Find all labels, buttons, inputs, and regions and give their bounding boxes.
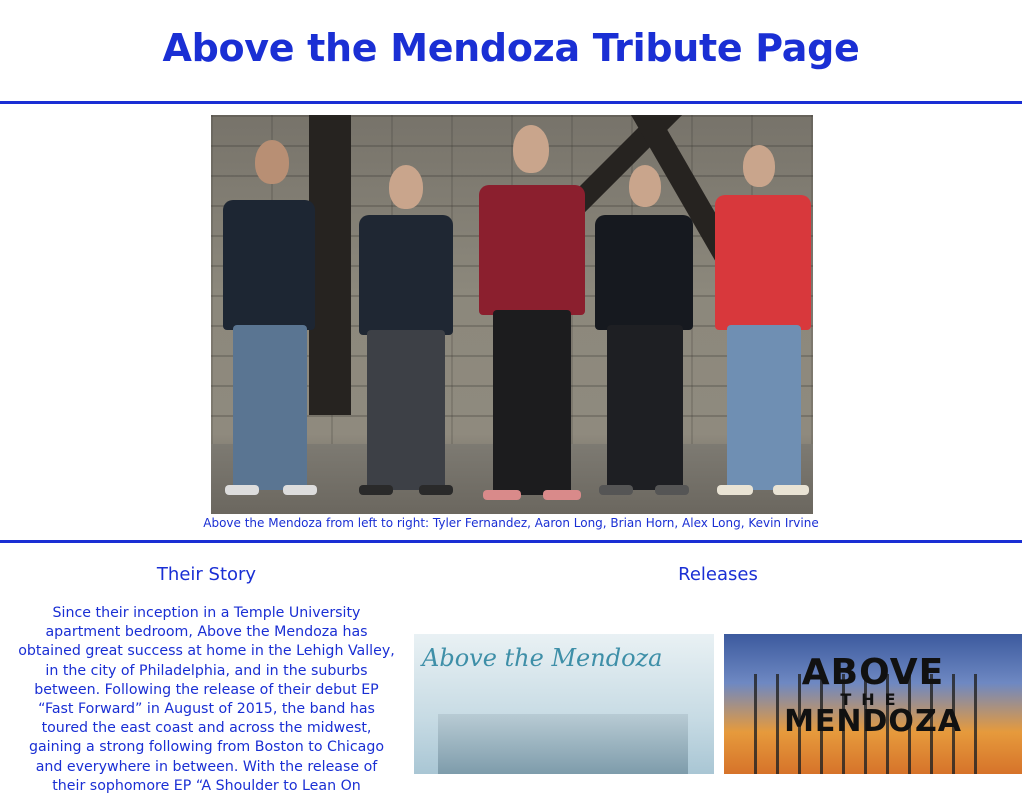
story-text: Since their inception in a Temple Univer… [18,605,395,794]
story-heading: Their Story [156,564,257,585]
releases-heading: Releases [678,564,758,585]
album-cover-title: ABOVE [801,652,945,693]
album-cover-fast-forward: Above the Mendoza [414,634,714,774]
band-photo [211,115,813,514]
page-title: Above the Mendoza Tribute Page [162,26,860,70]
band-member-figure [707,145,813,510]
band-member-figure [351,165,461,510]
header-divider [0,101,1022,104]
band-member-figure [215,140,325,510]
photo-caption: Above the Mendoza from left to right: Ty… [203,516,819,530]
band-member-figure [473,125,591,510]
band-member-figure [589,165,699,510]
album-cover-shoulder: ABOVE THE MENDOZA [724,634,1022,774]
section-divider [0,540,1022,543]
album-cover-title: MENDOZA [784,704,962,739]
album-cover-title: Above the Mendoza [422,644,663,672]
